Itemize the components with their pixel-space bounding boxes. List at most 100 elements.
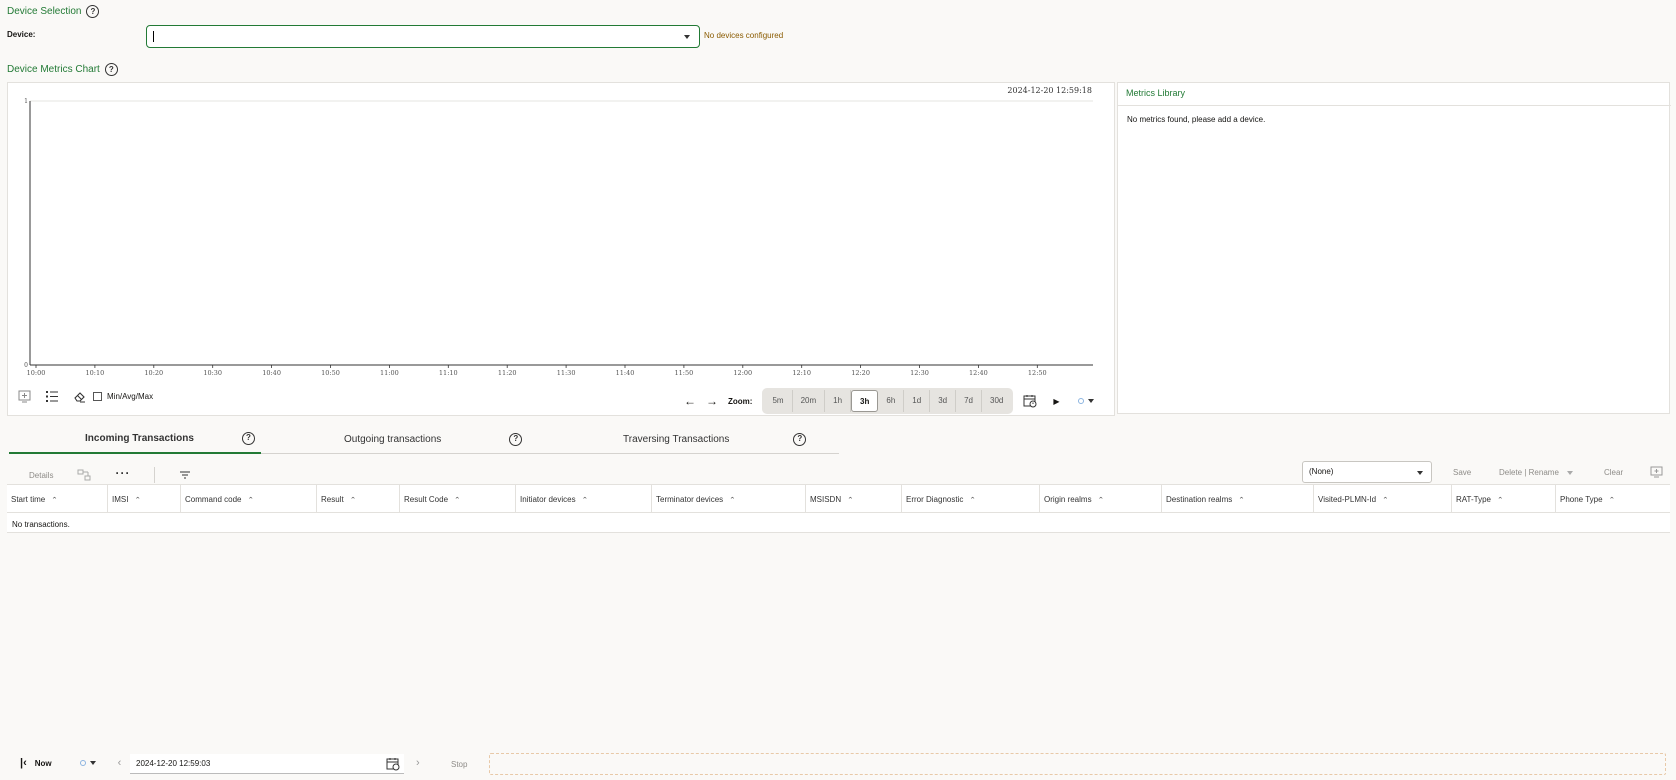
zoom-button-7d[interactable]: 7d	[956, 390, 982, 412]
x-tick-label: 12:50	[1028, 369, 1047, 377]
sort-icon[interactable]: ⌃	[1382, 495, 1389, 503]
zoom-button-6h[interactable]: 6h	[878, 390, 905, 412]
x-tick-label: 10:10	[86, 369, 105, 377]
chart-section-title: Device Metrics Chart	[7, 64, 100, 75]
help-icon[interactable]: ?	[793, 432, 807, 446]
arrow-right-icon[interactable]: →	[706, 394, 718, 408]
tab-incoming-transactions[interactable]: Incoming Transactions ?	[9, 424, 261, 454]
datetime-value: 2024-12-20 12:59:03	[136, 759, 211, 768]
help-icon[interactable]: ?	[104, 63, 118, 76]
sort-icon[interactable]: ⌃	[729, 495, 736, 503]
x-tick-label: 10:50	[321, 369, 340, 377]
sort-icon[interactable]: ⌃	[51, 495, 58, 503]
device-combobox[interactable]	[146, 25, 700, 48]
column-header[interactable]: Result ⌃	[317, 485, 400, 513]
sort-icon[interactable]: ⌃	[454, 495, 461, 503]
help-icon[interactable]: ?	[241, 431, 255, 445]
clear-button[interactable]: Clear	[1604, 468, 1623, 477]
column-header[interactable]: Result Code ⌃	[400, 485, 516, 513]
column-header[interactable]: Terminator devices ⌃	[652, 485, 806, 513]
sort-icon[interactable]: ⌃	[1098, 495, 1105, 503]
save-button[interactable]: Save	[1453, 468, 1471, 477]
zoom-label: Zoom:	[728, 396, 753, 406]
zoom-button-30d[interactable]: 30d	[982, 390, 1011, 412]
zoom-button-1h[interactable]: 1h	[825, 390, 852, 412]
chart-right-toolbar: ← → Zoom: 5m 20m 1h 3h 6h 1d 3d 7d 30d ▶	[684, 388, 1094, 414]
sort-icon[interactable]: ⌃	[1238, 495, 1245, 503]
column-header[interactable]: Start time ⌃	[7, 485, 108, 513]
tab-outgoing-transactions[interactable]: Outgoing transactions ?	[261, 424, 537, 454]
calendar-clock-icon[interactable]	[1023, 394, 1037, 408]
zoom-button-1d[interactable]: 1d	[904, 390, 931, 412]
now-button[interactable]: Now	[35, 759, 52, 768]
zoom-button-3d[interactable]: 3d	[930, 390, 957, 412]
chevron-down-icon[interactable]	[684, 35, 690, 39]
calendar-clock-icon[interactable]	[386, 757, 400, 771]
column-header[interactable]: Command code ⌃	[181, 485, 317, 513]
datetime-input[interactable]: 2024-12-20 12:59:03	[130, 754, 404, 774]
chevron-down-icon	[1087, 399, 1094, 403]
arrow-left-icon[interactable]: ←	[684, 394, 696, 408]
column-header[interactable]: RAT-Type ⌃	[1452, 485, 1556, 513]
zoom-button-3h[interactable]: 3h	[851, 390, 879, 412]
footer-refresh-dropdown[interactable]	[79, 760, 96, 766]
column-header[interactable]: Initiator devices ⌃	[516, 485, 652, 513]
sort-icon[interactable]: ⌃	[847, 495, 854, 503]
x-tick-label: 11:00	[380, 369, 399, 377]
more-actions-icon[interactable]: ···	[115, 466, 130, 480]
column-header[interactable]: Origin realms ⌃	[1040, 485, 1162, 513]
chevron-down-icon	[1417, 471, 1423, 475]
help-icon[interactable]: ?	[86, 5, 100, 18]
column-header[interactable]: Visited-PLMN-Id ⌃	[1314, 485, 1452, 513]
sort-icon[interactable]: ⌃	[969, 495, 976, 503]
delete-rename-label: Delete | Rename	[1499, 468, 1559, 477]
sort-icon[interactable]: ⌃	[582, 495, 589, 503]
chart-section-header: Device Metrics Chart ?	[7, 63, 118, 76]
sort-icon[interactable]: ⌃	[1609, 495, 1616, 503]
chevron-right-icon[interactable]: ›	[416, 757, 420, 769]
x-tick-label: 12:10	[792, 369, 811, 377]
column-header[interactable]: Phone Type ⌃	[1556, 485, 1670, 513]
x-tick-label: 11:10	[439, 369, 458, 377]
stop-button[interactable]: Stop	[451, 760, 467, 769]
column-header-label: Visited-PLMN-Id	[1318, 494, 1377, 504]
zoom-button-5m[interactable]: 5m	[764, 390, 793, 412]
sort-icon[interactable]: ⌃	[247, 495, 254, 503]
chevron-left-icon[interactable]: ‹	[118, 757, 122, 769]
saved-filter-select[interactable]: (None)	[1302, 461, 1432, 483]
legend-list-icon[interactable]	[45, 390, 59, 403]
timeline-bar[interactable]	[489, 753, 1666, 775]
zoom-button-group: 5m 20m 1h 3h 6h 1d 3d 7d 30d	[762, 388, 1014, 414]
x-tick-label: 12:20	[851, 369, 870, 377]
column-header-label: Phone Type	[1560, 494, 1603, 504]
chevron-down-icon	[1566, 470, 1573, 475]
sort-icon[interactable]: ⌃	[350, 495, 357, 503]
delete-rename-button[interactable]: Delete | Rename	[1499, 468, 1573, 477]
column-header-label: Result Code	[404, 494, 449, 504]
column-header[interactable]: Error Diagnostic ⌃	[902, 485, 1040, 513]
zoom-button-20m[interactable]: 20m	[793, 390, 826, 412]
help-icon[interactable]: ?	[509, 432, 523, 446]
filter-icon[interactable]	[179, 470, 191, 480]
sort-icon[interactable]: ⌃	[1497, 495, 1504, 503]
play-icon[interactable]: ▶	[1053, 397, 1059, 406]
add-chart-icon[interactable]	[18, 390, 31, 403]
min-avg-max-checkbox[interactable]	[93, 392, 102, 401]
column-header[interactable]: MSISDN ⌃	[806, 485, 902, 513]
sort-icon[interactable]: ⌃	[134, 495, 141, 503]
min-avg-max-label: Min/Avg/Max	[107, 392, 154, 401]
jump-to-start-icon[interactable]: |‹	[20, 757, 27, 769]
y-tick-label: 1	[24, 98, 28, 105]
column-header-label: Terminator devices	[656, 494, 724, 504]
column-header[interactable]: Destination realms ⌃	[1162, 485, 1314, 513]
column-header-label: MSISDN	[810, 494, 842, 504]
column-header[interactable]: IMSI ⌃	[108, 485, 181, 513]
export-icon[interactable]	[1650, 466, 1663, 478]
compare-icon[interactable]	[77, 469, 91, 481]
chevron-down-icon	[89, 761, 96, 765]
tab-traversing-transactions[interactable]: Traversing Transactions ?	[537, 424, 839, 454]
details-button[interactable]: Details	[29, 471, 53, 480]
x-tick-label: 10:00	[27, 369, 46, 377]
refresh-interval-dropdown[interactable]	[1077, 398, 1094, 404]
eraser-icon[interactable]	[73, 390, 86, 403]
